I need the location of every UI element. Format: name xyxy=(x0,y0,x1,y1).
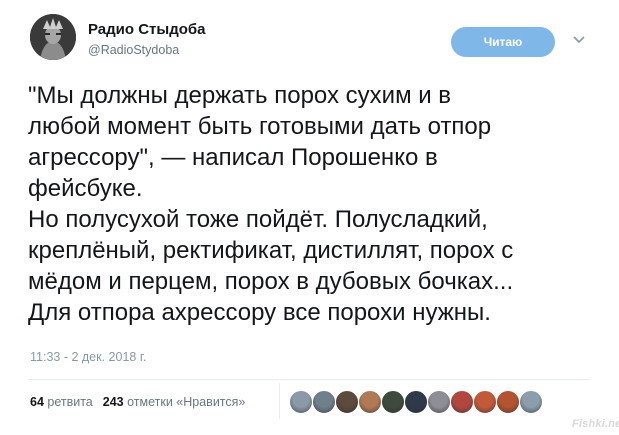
tweet-line: фейсбуке. xyxy=(28,175,143,202)
account-name[interactable]: Радио Стыдоба xyxy=(88,21,206,38)
tweet-text: "Мы должны держать порох сухим и в любой… xyxy=(28,80,613,328)
liker-avatar[interactable] xyxy=(404,390,428,414)
likes-count: 243 xyxy=(102,395,124,409)
liker-avatar[interactable] xyxy=(496,390,520,414)
statue-avatar-icon xyxy=(30,14,76,60)
retweets-count: 64 xyxy=(30,395,44,409)
following-button[interactable]: Читаю xyxy=(451,27,555,57)
tweet-line: Но полусухой тоже пойдёт. Полусладкий, xyxy=(28,206,488,233)
tweet-line: любой момент быть готовыми дать отпор xyxy=(28,113,492,140)
liker-avatar[interactable] xyxy=(473,390,497,414)
liker-avatar[interactable] xyxy=(358,390,382,414)
tweet-line: креплёный, ректификат, дистиллят, порох … xyxy=(28,237,514,264)
liker-avatar[interactable] xyxy=(312,390,336,414)
liker-avatar[interactable] xyxy=(381,390,405,414)
chevron-down-icon[interactable] xyxy=(572,34,586,46)
tweet-line: "Мы должны держать порох сухим и в xyxy=(28,82,452,109)
tweet-timestamp[interactable]: 11:33 - 2 дек. 2018 г. xyxy=(30,350,146,364)
liker-avatar[interactable] xyxy=(335,390,359,414)
divider xyxy=(28,379,590,380)
watermark: Fishki.net xyxy=(572,418,619,430)
tweet-line: Для отпора ахрессору все порохи нужны. xyxy=(28,299,491,326)
liker-avatar[interactable] xyxy=(289,390,313,414)
liker-avatar[interactable] xyxy=(450,390,474,414)
tweet-line: мёдом и перцем, порох в дубовых бочках..… xyxy=(28,268,514,295)
profile-avatar[interactable] xyxy=(30,14,76,60)
stats-separator xyxy=(279,383,280,419)
retweets-label: ретвита xyxy=(47,395,93,409)
liker-avatar[interactable] xyxy=(427,390,451,414)
account-handle[interactable]: @RadioStydoba xyxy=(88,43,179,57)
likes-stat[interactable]: 243 отметки «Нравится» xyxy=(103,395,246,409)
retweets-stat[interactable]: 64 ретвита xyxy=(30,395,93,409)
tweet-stats: 64 ретвита 243 отметки «Нравится» xyxy=(30,395,245,409)
tweet-line: агрессору", — написал Порошенко в xyxy=(28,144,438,171)
liker-avatar[interactable] xyxy=(519,390,543,414)
likes-label: отметки «Нравится» xyxy=(127,395,246,409)
